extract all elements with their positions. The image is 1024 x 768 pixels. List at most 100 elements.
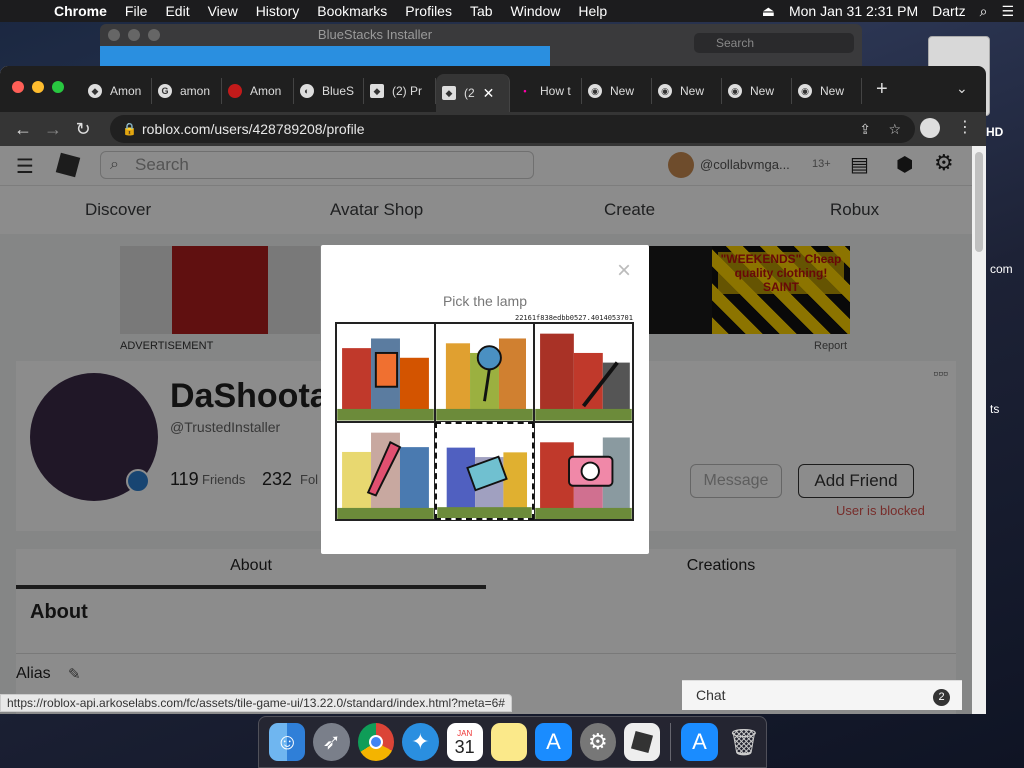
bookmark-star-icon[interactable]: ☆ <box>888 115 901 143</box>
appstore-icon[interactable]: A <box>681 723 718 761</box>
tab-2[interactable]: Gamon <box>152 78 222 104</box>
menu-history[interactable]: History <box>256 3 300 19</box>
tab-label: (2) Pr <box>392 84 422 98</box>
bluestacks-installer-window: BlueStacks Installer Search <box>100 24 862 66</box>
url-text: roblox.com/users/428789208/profile <box>142 121 365 137</box>
tab-label: (2 <box>464 86 475 100</box>
lock-icon[interactable]: 🔒 <box>122 115 137 143</box>
tab-6-active[interactable]: ◆ (2 ✕ <box>436 74 510 112</box>
page-scrollbar[interactable] <box>972 146 986 714</box>
safari-icon[interactable]: ✦ <box>402 723 439 761</box>
menu-help[interactable]: Help <box>578 3 607 19</box>
tile-6-image <box>535 436 632 519</box>
menu-bookmarks[interactable]: Bookmarks <box>317 3 387 19</box>
tab-5[interactable]: ◆ (2) Pr <box>364 78 436 104</box>
roblox-icon[interactable] <box>624 723 661 761</box>
macos-dock: ☺ ➶ ✦ JAN 31 A ⚙ A 🗑 <box>258 716 767 768</box>
chat-unread-badge: 2 <box>933 689 950 706</box>
tab-search-chevron-icon[interactable]: ⌄ <box>956 80 968 97</box>
launchpad-icon[interactable]: ➶ <box>313 723 350 761</box>
dock-separator <box>670 723 672 761</box>
window-minimize-icon[interactable] <box>32 81 44 93</box>
tab-11[interactable]: ◉ New <box>792 78 862 104</box>
tab-8[interactable]: ◉ New <box>582 78 652 104</box>
calendar-day: 31 <box>454 736 475 757</box>
tab-close-icon[interactable]: ✕ <box>483 85 495 102</box>
captcha-grid <box>335 322 634 521</box>
chat-widget[interactable]: Chat 2 <box>682 680 962 710</box>
tile-5-image <box>437 447 532 518</box>
captcha-tile-4[interactable] <box>336 421 435 520</box>
captcha-tile-5-selected[interactable] <box>435 421 534 520</box>
eject-icon[interactable]: ⏏ <box>762 3 775 20</box>
chrome-icon: ◉ <box>798 84 812 98</box>
tab-7[interactable]: • How t <box>512 78 582 104</box>
desktop-label-com: com <box>990 262 1013 276</box>
tab-10[interactable]: ◉ New <box>722 78 792 104</box>
bluestacks-icon: ◐ <box>300 84 314 98</box>
menu-view[interactable]: View <box>208 3 238 19</box>
chrome-icon: ◉ <box>658 84 672 98</box>
desktop-label-hd: HD <box>986 125 1004 139</box>
tab-strip: ◆ Amon Gamon Amon ◐ BlueS ◆ (2) Pr ◆ (2 ✕ • Ho… <box>0 66 986 112</box>
menubar-user[interactable]: Dartz <box>932 3 965 19</box>
window-close-icon[interactable] <box>12 81 24 93</box>
chat-label: Chat <box>696 687 726 703</box>
chrome-toolbar: ← → ↻ 🔒 roblox.com/users/428789208/profi… <box>0 112 986 146</box>
menu-profiles[interactable]: Profiles <box>405 3 452 19</box>
captcha-modal: × Pick the lamp 22161f838edbb0527.401405… <box>321 245 649 554</box>
tab-label: Amon <box>250 84 282 98</box>
roblox-page: ☰ Search ⌕ @collabvmga... 13+ ▤ ⬢ ⚙ Disc… <box>0 146 972 714</box>
reload-icon[interactable]: ↻ <box>68 119 98 140</box>
tab-9[interactable]: ◉ New <box>652 78 722 104</box>
menu-app-chrome[interactable]: Chrome <box>54 3 107 19</box>
captcha-tile-1[interactable] <box>336 323 435 422</box>
tab-label: New <box>680 84 705 98</box>
finder-icon[interactable]: ☺ <box>269 723 306 761</box>
desktop-label-ts: ts <box>990 402 1000 416</box>
tab-label: New <box>820 84 845 98</box>
calendar-icon[interactable]: JAN 31 <box>446 723 483 761</box>
macos-menubar: Chrome File Edit View History Bookmarks … <box>0 0 1024 22</box>
tab-label: New <box>610 84 635 98</box>
menu-tab[interactable]: Tab <box>470 3 493 19</box>
settings-icon[interactable]: ⚙ <box>579 723 616 761</box>
roblox-icon: ◆ <box>370 84 384 98</box>
google-icon: G <box>158 84 172 98</box>
spotlight-icon[interactable]: ⌕ <box>980 3 988 20</box>
profile-avatar-icon[interactable] <box>920 118 940 138</box>
tab-4[interactable]: ◐ BlueS <box>294 78 364 104</box>
captcha-close-icon[interactable]: × <box>617 257 631 285</box>
trash-icon[interactable]: 🗑 <box>726 723 762 761</box>
installer-search[interactable]: Search <box>694 33 854 53</box>
roblox-icon: ◆ <box>88 84 102 98</box>
tab-1[interactable]: ◆ Amon <box>82 78 152 104</box>
menu-file[interactable]: File <box>125 3 148 19</box>
address-bar[interactable]: 🔒 roblox.com/users/428789208/profile ⇪ ☆ <box>110 115 915 143</box>
scrollbar-thumb[interactable] <box>975 152 983 252</box>
captcha-tile-3[interactable] <box>534 323 633 422</box>
new-tab-plus-icon[interactable]: + <box>876 78 888 101</box>
back-arrow-icon[interactable]: ← <box>8 119 38 140</box>
window-zoom-icon[interactable] <box>52 81 64 93</box>
tab-label: Amon <box>110 84 142 98</box>
chrome-menu-icon[interactable]: ⋮ <box>957 117 973 137</box>
menu-edit[interactable]: Edit <box>165 3 189 19</box>
menubar-datetime[interactable]: Mon Jan 31 2:31 PM <box>789 3 918 19</box>
chrome-icon[interactable] <box>357 723 395 761</box>
tab-label: BlueS <box>322 84 355 98</box>
menu-window[interactable]: Window <box>511 3 561 19</box>
notes-icon[interactable] <box>490 723 528 761</box>
control-center-icon[interactable]: ☰ <box>1001 3 1014 20</box>
forward-arrow-icon[interactable]: → <box>38 119 68 140</box>
appstore-icon[interactable]: A <box>535 723 572 761</box>
share-icon[interactable]: ⇪ <box>859 115 871 143</box>
tab-label: amon <box>180 84 211 98</box>
tab-label: How t <box>540 84 571 98</box>
captcha-tile-6[interactable] <box>534 421 633 520</box>
captcha-prompt: Pick the lamp <box>442 293 528 309</box>
captcha-tile-2[interactable] <box>435 323 534 422</box>
tile-3-image <box>535 333 632 421</box>
chrome-icon: ◉ <box>728 84 742 98</box>
tab-3[interactable]: Amon <box>222 78 294 104</box>
